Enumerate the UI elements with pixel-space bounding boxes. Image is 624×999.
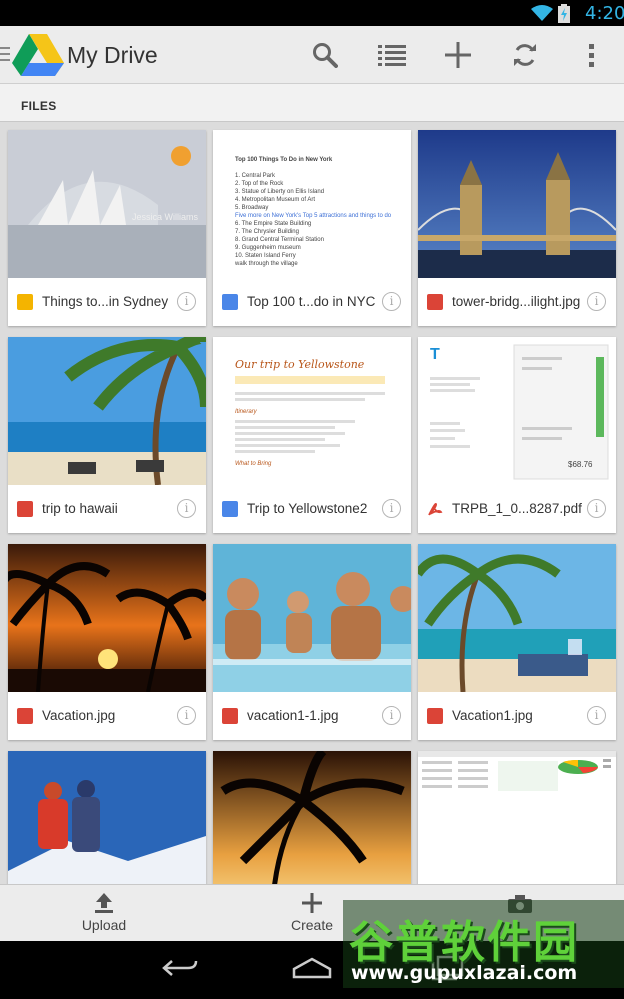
svg-text:T: T (430, 346, 440, 363)
preview-line: 3. Statue of Liberty on Ellis Island (235, 189, 325, 195)
file-card[interactable]: i (418, 751, 616, 884)
file-name: trip to hawaii (42, 501, 118, 516)
document-icon (222, 294, 238, 310)
status-bar: 4:20 (0, 0, 624, 26)
preview-subhead: Itinerary (235, 409, 257, 415)
file-card[interactable]: vacation1-1.jpg i (213, 544, 411, 740)
upload-label: Upload (81, 917, 127, 933)
preview-line: 4. Metropolitan Museum of Art (235, 197, 316, 203)
preview-line: 2. Top of the Rock (235, 181, 284, 187)
watermark-text: 谷普软件园 (349, 917, 579, 968)
image-icon (17, 501, 33, 517)
file-name: TRPB_1_0...8287.pdf (452, 501, 582, 516)
preview-line: 5. Broadway (235, 205, 269, 211)
file-thumbnail (213, 544, 411, 692)
image-icon (17, 708, 33, 724)
preview-line: 9. Guggenheim museum (235, 245, 301, 251)
file-thumbnail (8, 544, 206, 692)
file-card[interactable]: i (8, 751, 206, 884)
file-thumbnail: Top 100 Things To Do in New York 1. Cent… (213, 130, 411, 278)
drawer-indicator-icon[interactable] (0, 47, 10, 63)
file-thumbnail (418, 130, 616, 278)
file-card[interactable]: Vacation1.jpg i (418, 544, 616, 740)
create-label: Create (290, 917, 334, 933)
preview-line: 8. Grand Central Terminal Station (235, 237, 324, 243)
image-icon (427, 708, 443, 724)
pdf-total: $68.76 (568, 460, 593, 469)
file-name: Trip to Yellowstone2 (247, 501, 368, 516)
file-thumbnail (8, 751, 206, 884)
file-card[interactable]: tower-bridg...ilight.jpg i (418, 130, 616, 326)
list-view-icon[interactable] (376, 39, 408, 71)
preview-line: 6. The Empire State Building (235, 221, 312, 227)
pdf-icon (428, 503, 443, 516)
slides-icon (17, 294, 33, 310)
overflow-menu-icon[interactable] (575, 39, 607, 71)
preview-footer: What to Bring (235, 461, 272, 467)
file-card[interactable]: i (213, 751, 411, 884)
file-name: Top 100 t...do in NYC (247, 294, 376, 309)
preview-line: Five more on New York's Top 5 attraction… (235, 213, 392, 219)
preview-title: Top 100 Things To Do in New York (235, 157, 333, 163)
document-icon (222, 501, 238, 517)
file-thumbnail: Jessica Williams (8, 130, 206, 278)
image-icon (427, 294, 443, 310)
refresh-icon[interactable] (509, 39, 541, 71)
preview-line: 10. Staten Island Ferry (235, 253, 296, 259)
preview-line: 1. Central Park (235, 173, 276, 179)
page-title: My Drive (67, 42, 158, 68)
info-icon[interactable]: i (177, 706, 196, 725)
file-thumbnail (8, 337, 206, 485)
file-thumbnail (213, 751, 411, 884)
create-button[interactable]: Create (272, 885, 352, 942)
info-icon[interactable]: i (587, 499, 606, 518)
file-thumbnail: T $68.76 (418, 337, 616, 485)
add-icon[interactable] (442, 39, 474, 71)
clock: 4:20 (585, 3, 624, 24)
files-section-label: FILES (21, 99, 57, 113)
file-name: Vacation1.jpg (452, 708, 533, 723)
google-drive-logo[interactable] (12, 34, 64, 76)
add-icon (302, 893, 322, 913)
info-icon[interactable]: i (177, 499, 196, 518)
info-icon[interactable]: i (382, 706, 401, 725)
file-name: Things to...in Sydney (42, 294, 169, 309)
upload-button[interactable]: Upload (64, 885, 144, 942)
file-card[interactable]: Jessica Williams Things to...in Sydney i (8, 130, 206, 326)
svg-text:Jessica Williams: Jessica Williams (132, 212, 199, 222)
file-name: tower-bridg...ilight.jpg (452, 294, 581, 309)
search-icon[interactable] (309, 39, 341, 71)
file-card[interactable]: trip to hawaii i (8, 337, 206, 533)
info-icon[interactable]: i (587, 706, 606, 725)
battery-charging-icon (558, 4, 570, 23)
watermark: 谷普软件园 www.gupuxlazai.com (343, 900, 624, 988)
file-name: Vacation.jpg (42, 708, 116, 723)
action-bar: My Drive (0, 26, 624, 84)
upload-icon (95, 893, 113, 913)
info-icon[interactable]: i (587, 292, 606, 311)
back-icon[interactable] (162, 955, 198, 981)
file-thumbnail (418, 544, 616, 692)
file-card[interactable]: T $68.76 TRPB_1_0...8287.pdf i (418, 337, 616, 533)
file-grid: Jessica Williams Things to...in Sydney i… (0, 122, 624, 884)
preview-line: 7. The Chrysler Building (235, 229, 299, 235)
file-card[interactable]: Vacation.jpg i (8, 544, 206, 740)
wifi-icon (531, 5, 553, 21)
file-thumbnail: Our trip to Yellowstone Itinerary What t… (213, 337, 411, 485)
preview-line: walk through the village (235, 261, 298, 267)
file-thumbnail (418, 751, 616, 884)
info-icon[interactable]: i (382, 292, 401, 311)
preview-title: Our trip to Yellowstone (235, 358, 365, 371)
home-icon[interactable] (292, 955, 332, 981)
files-section-header: FILES (0, 84, 624, 122)
image-icon (222, 708, 238, 724)
watermark-url: www.gupuxlazai.com (351, 962, 578, 984)
file-card[interactable]: Our trip to Yellowstone Itinerary What t… (213, 337, 411, 533)
info-icon[interactable]: i (382, 499, 401, 518)
info-icon[interactable]: i (177, 292, 196, 311)
file-card[interactable]: Top 100 Things To Do in New York 1. Cent… (213, 130, 411, 326)
file-name: vacation1-1.jpg (247, 708, 339, 723)
